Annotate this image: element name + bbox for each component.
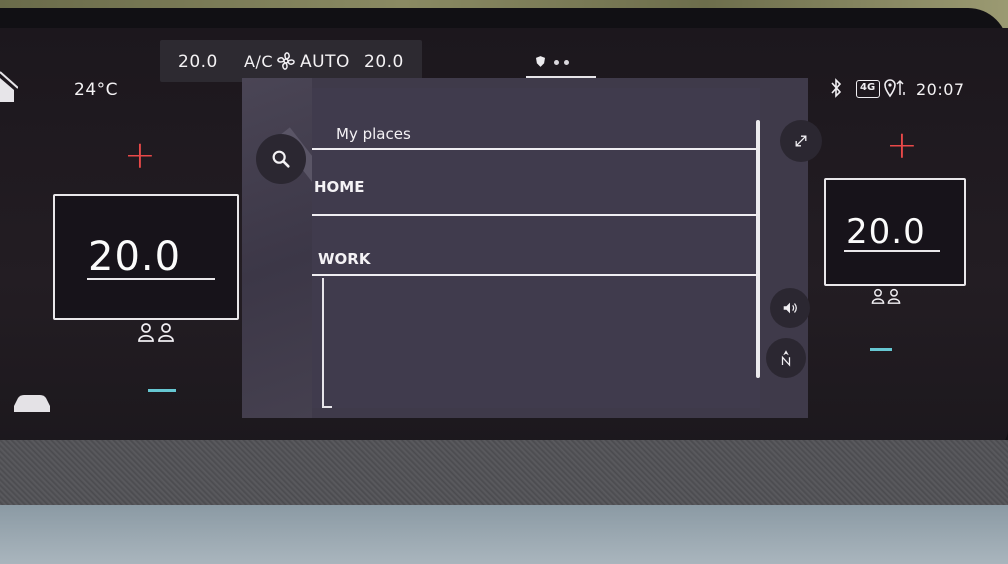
fan-icon: [277, 52, 295, 70]
left-temp-underline: [87, 278, 215, 280]
climate-status-bar[interactable]: 20.0 A/C AUTO 20.0: [160, 40, 422, 82]
right-temp-underline: [844, 250, 940, 252]
compass-north-icon: [781, 350, 791, 367]
seat-occupants-icon[interactable]: [870, 288, 902, 304]
volume-button[interactable]: [770, 288, 810, 328]
list-scrollbar[interactable]: [756, 120, 760, 378]
places-list-header-row: My places: [312, 118, 758, 150]
infotainment-screen: 24°C 20.0 A/C AUTO 20.0 4G 20:07 + 20.0 …: [0, 28, 1008, 448]
expand-icon: [795, 135, 807, 147]
right-temp-increase-button[interactable]: +: [886, 126, 918, 164]
compass-button[interactable]: [766, 338, 806, 378]
map-view[interactable]: [242, 78, 327, 418]
right-temperature-box[interactable]: 20.0: [824, 178, 966, 286]
car-icon[interactable]: [10, 390, 54, 414]
dashboard-trim: [0, 505, 1008, 564]
left-temperature-value: 20.0: [88, 234, 182, 280]
list-item-work[interactable]: WORK: [312, 216, 758, 276]
list-item-label: WORK: [318, 250, 371, 268]
page-dot: [564, 60, 569, 65]
right-temperature-value: 20.0: [846, 212, 926, 252]
outside-temperature: 24°C: [74, 80, 119, 100]
volume-icon: [783, 302, 797, 314]
places-list-header: My places: [336, 125, 411, 143]
auto-label: AUTO: [300, 52, 350, 72]
list-item-label: HOME: [314, 178, 365, 196]
right-temp-decrease-button[interactable]: [870, 348, 892, 351]
ac-label: A/C: [244, 52, 274, 71]
list-frame-bottom: [322, 406, 332, 408]
home-icon[interactable]: [0, 66, 18, 102]
search-icon: [272, 150, 290, 168]
search-button[interactable]: [256, 134, 306, 184]
bluetooth-icon: [831, 78, 842, 98]
page-dot: [554, 60, 559, 65]
expand-button[interactable]: [780, 120, 822, 162]
location-pin-icon: [884, 79, 905, 98]
left-temp-decrease-button[interactable]: [148, 389, 176, 392]
list-frame-left: [322, 278, 324, 408]
left-temperature-box[interactable]: 20.0: [53, 194, 239, 320]
network-label: 4G: [860, 82, 876, 93]
network-badge: 4G: [856, 80, 880, 98]
status-right-temp: 20.0: [364, 52, 404, 72]
seat-occupants-icon[interactable]: [136, 322, 176, 342]
clock: 20:07: [916, 80, 965, 99]
status-left-temp: 20.0: [178, 52, 218, 72]
shield-icon: [536, 56, 545, 67]
left-temp-increase-button[interactable]: +: [124, 136, 156, 174]
list-item-home[interactable]: HOME: [312, 150, 758, 216]
